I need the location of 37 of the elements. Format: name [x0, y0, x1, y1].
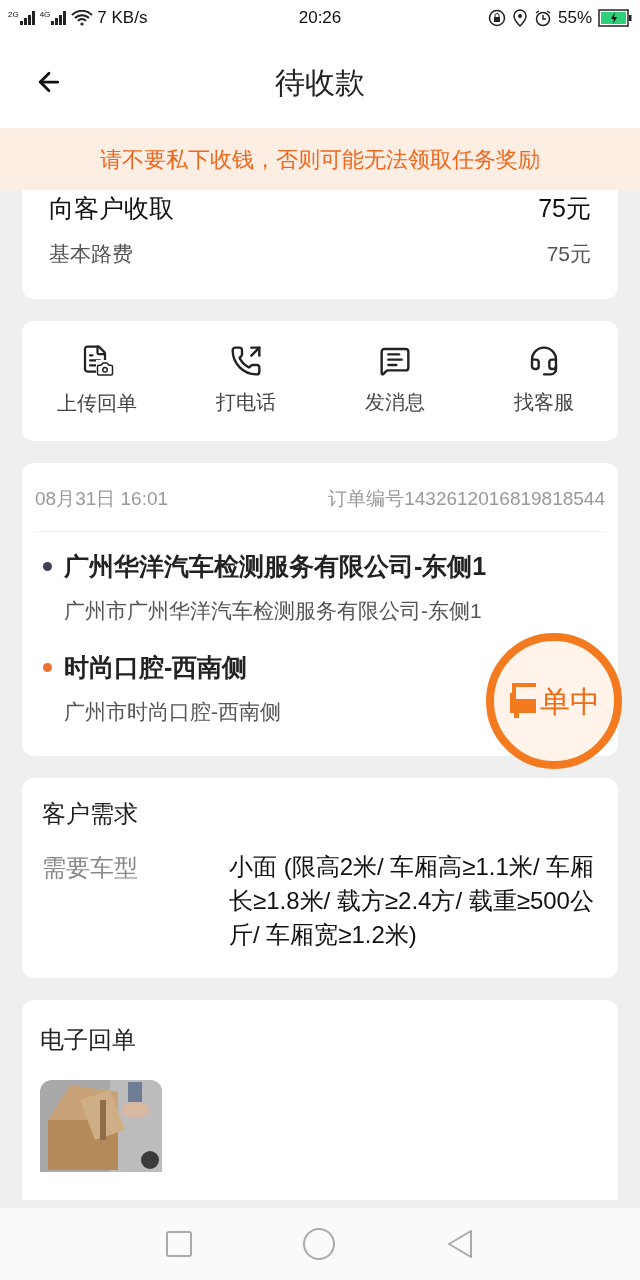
action-button[interactable]: 打电话 — [171, 345, 320, 417]
rotation-lock-icon — [487, 9, 506, 27]
phone-icon — [229, 345, 262, 377]
back-nav-button[interactable] — [446, 1229, 475, 1259]
stop-address: 广州市广州华洋汽车检测服务有限公司-东侧1 — [64, 598, 483, 624]
fee-amount: 75元 — [538, 193, 591, 224]
stop-address: 广州市时尚口腔-西南侧 — [64, 699, 281, 725]
network-type: 2G — [8, 11, 19, 19]
action-button[interactable]: 上传回单 — [22, 344, 171, 418]
battery-icon — [598, 9, 632, 27]
action-button[interactable]: 找客服 — [469, 345, 618, 417]
recents-button[interactable] — [165, 1231, 192, 1257]
action-button[interactable]: 发消息 — [320, 345, 469, 417]
requirement-value: 小面 (限高2米/ 车厢高≥1.1米/ 车厢长≥1.8米/ 载方≥2.4方/ 载重≥500公斤/ 车厢宽≥1.2米) — [229, 851, 596, 950]
signal-icon — [19, 11, 36, 25]
clock: 20:26 — [297, 7, 343, 30]
network-type: 4G — [39, 11, 51, 19]
section-title: 电子回单 — [40, 1024, 137, 1055]
fee-amount: 75元 — [546, 240, 591, 267]
order-number: 订单编号1432612016819818544 — [328, 487, 605, 511]
warning-banner: 请不要私下收钱，否则可能无法领取任务奖励 — [0, 128, 640, 190]
home-button[interactable] — [303, 1228, 335, 1260]
network-speed: 7 KB/s — [97, 7, 148, 30]
stop-name: 时尚口腔-西南侧 — [64, 651, 249, 683]
wifi-icon — [71, 10, 94, 26]
alarm-icon — [533, 9, 552, 27]
requirement-label: 需要车型 — [42, 852, 139, 883]
section-title: 客户需求 — [42, 798, 139, 829]
battery-level: 55% — [557, 7, 592, 30]
chat-icon — [378, 345, 411, 377]
order-time: 08月31日 16:01 — [35, 487, 169, 511]
location-icon — [511, 9, 528, 27]
page-title: 待收款 — [275, 64, 365, 101]
fee-label: 基本路费 — [49, 240, 133, 267]
signal-icon — [51, 11, 68, 25]
fee-label: 向客户收取 — [49, 193, 174, 224]
stop-name: 广州华洋汽车检测服务有限公司-东侧1 — [64, 550, 487, 582]
